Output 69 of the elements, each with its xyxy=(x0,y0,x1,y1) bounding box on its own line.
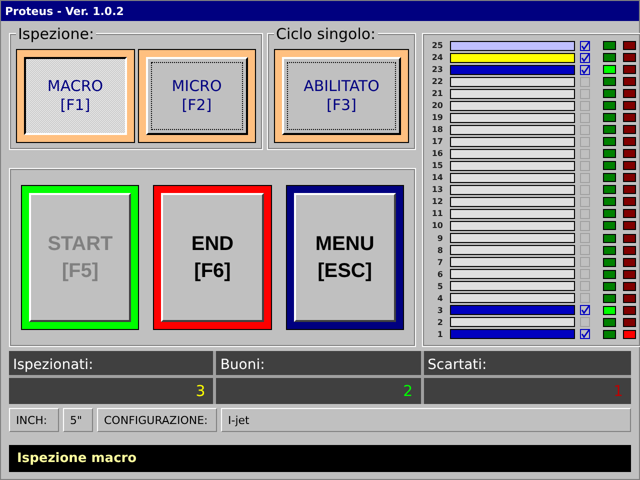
channel-checkbox[interactable] xyxy=(580,305,590,316)
channel-checkbox[interactable] xyxy=(580,64,590,75)
channel-checkbox[interactable] xyxy=(580,40,590,50)
mode-button[interactable]: MICRO [F2] xyxy=(146,57,248,135)
inch-value: 5" xyxy=(63,408,93,432)
channel-checkbox[interactable] xyxy=(580,100,590,111)
counter-value: 3 xyxy=(196,382,206,400)
channel-checkbox[interactable] xyxy=(580,76,590,87)
channel-number: 18 xyxy=(430,125,443,134)
channel-number: 8 xyxy=(436,246,443,255)
action-button[interactable]: MENU [ESC] xyxy=(294,193,396,322)
channel-number: 20 xyxy=(430,101,443,110)
channel-number: 19 xyxy=(430,113,443,122)
channel-checkbox[interactable] xyxy=(580,269,590,280)
channel-checkbox[interactable] xyxy=(580,52,590,63)
group-label: Ispezione: xyxy=(16,25,96,43)
channel-number: 10 xyxy=(430,221,443,230)
channel-number: 9 xyxy=(436,234,443,242)
channel-checkbox[interactable] xyxy=(580,172,590,183)
channel-number: 14 xyxy=(430,173,443,182)
channel-checkbox[interactable] xyxy=(580,196,590,207)
channel-checkbox[interactable] xyxy=(580,233,590,243)
channel-checkbox[interactable] xyxy=(580,329,590,340)
channel-checkbox[interactable] xyxy=(580,220,590,231)
channel-number: 3 xyxy=(436,306,443,315)
channel-number: 1 xyxy=(436,330,443,339)
channel-checkbox[interactable] xyxy=(580,281,590,292)
window-title: Proteus - Ver. 1.0.2 xyxy=(1,1,639,21)
channel-number: 22 xyxy=(430,77,443,86)
inch-label: INCH: xyxy=(9,408,59,432)
channel-number: 7 xyxy=(436,258,443,267)
channel-number: 15 xyxy=(430,161,443,170)
channel-number: 17 xyxy=(430,137,443,146)
channel-number: 2 xyxy=(436,318,443,327)
counter-label: Scartati: xyxy=(424,351,631,378)
mode-button[interactable]: MACRO [F1] xyxy=(24,57,126,135)
group-label: Ciclo singolo: xyxy=(274,25,378,43)
channel-number: 24 xyxy=(430,53,443,62)
channel-number: 16 xyxy=(430,149,443,158)
channel-checkbox[interactable] xyxy=(580,245,590,256)
config-value: I-jet xyxy=(221,408,631,432)
status-bar: Ispezione macro xyxy=(9,445,631,472)
channel-checkbox[interactable] xyxy=(580,136,590,147)
channel-checkbox[interactable] xyxy=(580,184,590,195)
channel-checkbox[interactable] xyxy=(580,148,590,159)
channel-number: 23 xyxy=(430,65,443,74)
channel-checkbox[interactable] xyxy=(580,208,590,219)
counter-label: Buoni: xyxy=(216,351,421,378)
channel-number: 5 xyxy=(436,282,443,291)
channel-number: 11 xyxy=(430,209,443,218)
channel-number: 21 xyxy=(430,89,443,98)
counter-value: 1 xyxy=(613,382,623,400)
config-label: CONFIGURAZIONE: xyxy=(97,408,217,432)
channel-number: 4 xyxy=(436,294,443,303)
action-button[interactable]: END [F6] xyxy=(161,193,264,322)
channel-number: 25 xyxy=(430,41,443,50)
enabled-button[interactable]: ABILITATO [F3] xyxy=(282,57,401,135)
channel-number: 13 xyxy=(430,185,443,194)
channel-checkbox[interactable] xyxy=(580,293,590,304)
channel-checkbox[interactable] xyxy=(580,257,590,268)
channel-checkbox[interactable] xyxy=(580,112,590,123)
channel-checkbox[interactable] xyxy=(580,317,590,328)
channel-checkbox[interactable] xyxy=(580,160,590,171)
channel-checkbox[interactable] xyxy=(580,124,590,135)
channel-checkbox[interactable] xyxy=(580,88,590,99)
counter-value: 2 xyxy=(403,382,413,400)
counter-label: Ispezionati: xyxy=(9,351,214,378)
channel-number: 12 xyxy=(430,197,443,206)
channel-number: 6 xyxy=(436,270,443,279)
